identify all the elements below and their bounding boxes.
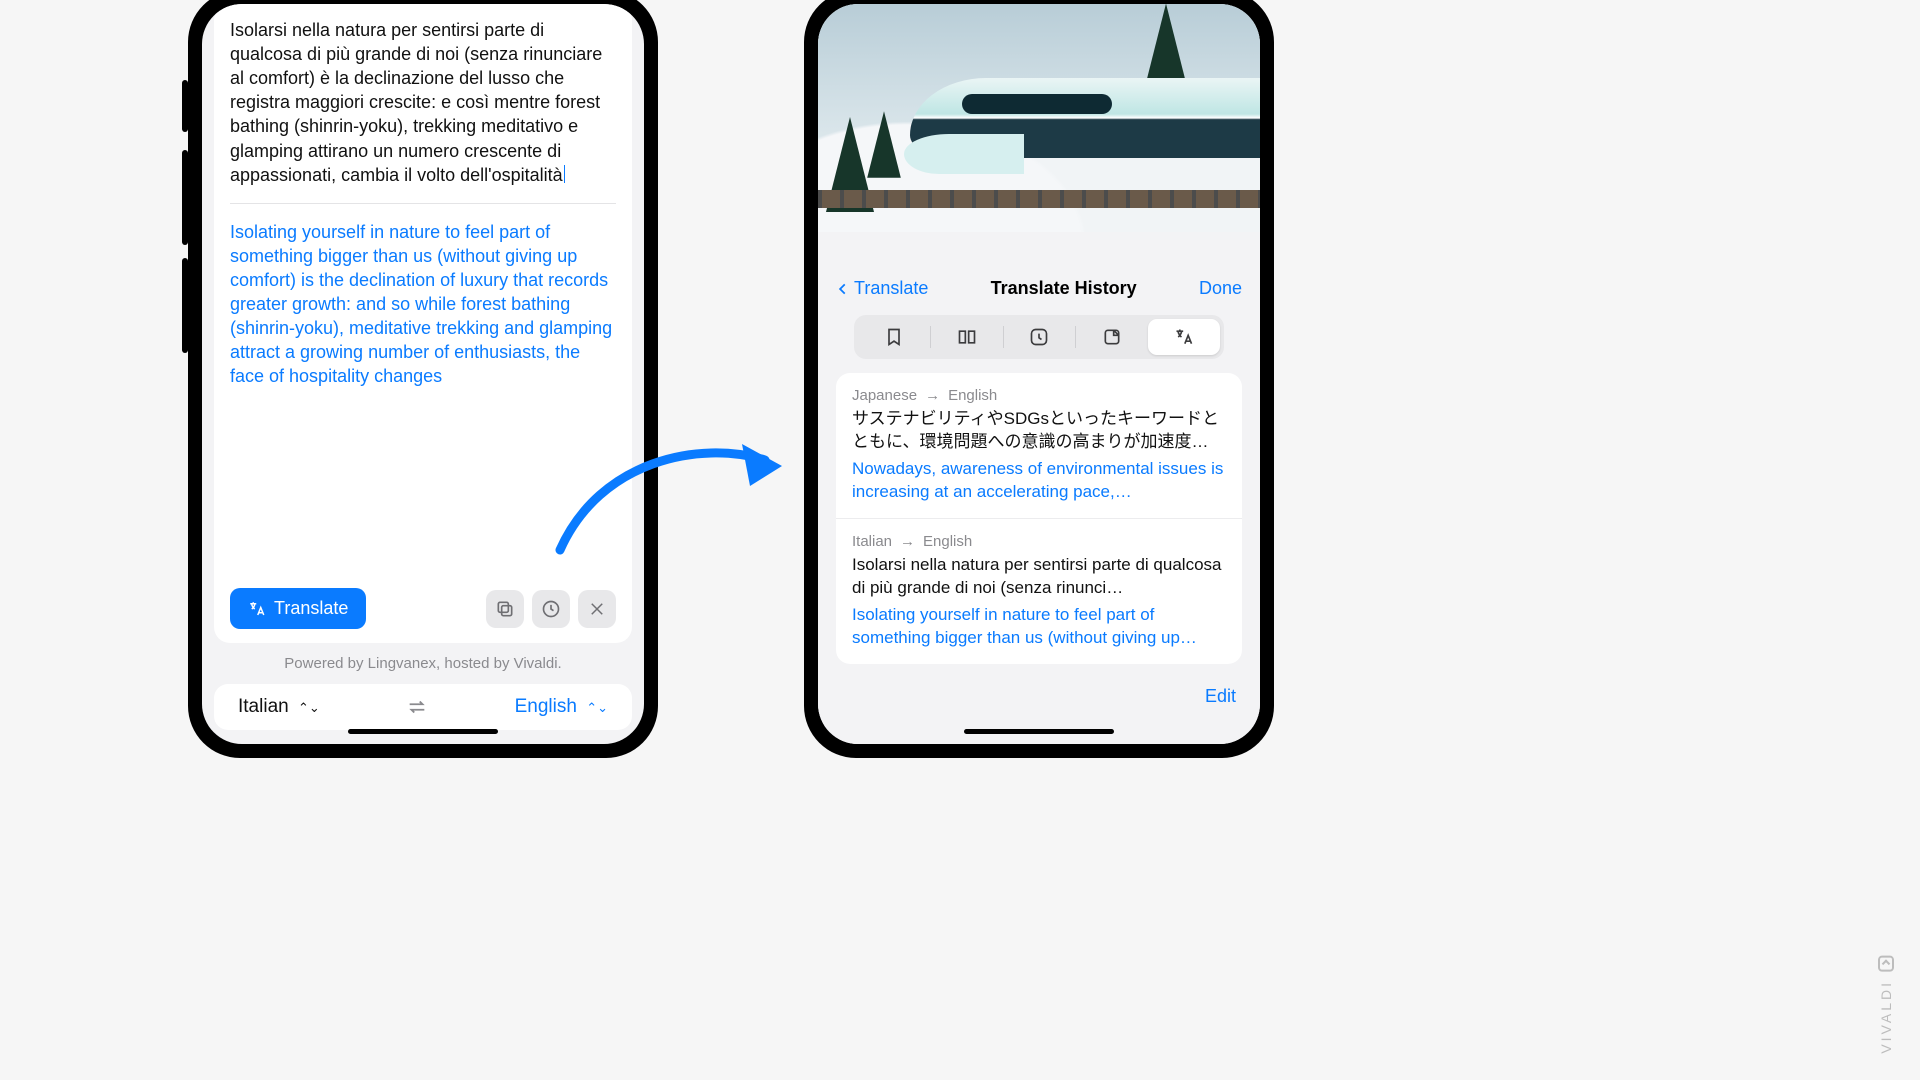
segment-bookmarks[interactable] — [858, 319, 930, 355]
arrow-right-icon: → — [900, 533, 915, 550]
copy-button[interactable] — [486, 590, 524, 628]
chevron-left-icon — [836, 279, 850, 299]
vivaldi-logo-icon — [1878, 956, 1894, 972]
swap-icon — [406, 696, 428, 718]
segmented-control — [854, 315, 1224, 359]
source-text-content: Isolarsi nella natura per sentirsi parte… — [230, 20, 602, 185]
phone-screen-right: Translate Translate History Done — [818, 4, 1260, 744]
history-icon — [541, 599, 561, 619]
powered-by-label: Powered by Lingvanex, hosted by Vivaldi. — [202, 655, 644, 672]
arrow-right-icon: → — [925, 387, 940, 404]
back-button[interactable]: Translate — [836, 278, 928, 299]
source-language-picker[interactable]: Italian ⌃⌄ — [238, 696, 320, 718]
reading-list-icon — [956, 327, 978, 347]
source-text[interactable]: Isolarsi nella natura per sentirsi parte… — [230, 18, 616, 187]
train-illustration — [910, 78, 1260, 188]
history-to: English — [923, 533, 972, 550]
home-indicator — [348, 729, 498, 734]
translate-button[interactable]: Translate — [230, 588, 366, 629]
segment-notes[interactable] — [1076, 319, 1148, 355]
translated-text: Isolating yourself in nature to feel par… — [230, 220, 616, 389]
history-source: サステナビリティやSDGsといったキーワードとともに、環境問題への意識の高まりが… — [852, 408, 1226, 454]
back-label: Translate — [854, 278, 928, 299]
clear-button[interactable] — [578, 590, 616, 628]
home-indicator — [964, 729, 1114, 734]
history-item[interactable]: Italian → English Isolarsi nella natura … — [836, 518, 1242, 664]
edit-button[interactable]: Edit — [836, 682, 1242, 707]
updown-icon: ⌃⌄ — [586, 700, 608, 715]
history-languages: Italian → English — [852, 533, 1226, 550]
history-item[interactable]: Japanese → English サステナビリティやSDGsといったキーワー… — [836, 373, 1242, 518]
history-target: Isolating yourself in nature to feel par… — [852, 604, 1226, 650]
translate-icon — [248, 600, 266, 618]
phone-screen-left: Isolarsi nella natura per sentirsi parte… — [202, 4, 644, 744]
target-language-label: English — [515, 696, 577, 717]
translate-button-label: Translate — [274, 598, 348, 619]
phone-side-button — [182, 258, 188, 353]
card-actions: Translate — [230, 588, 616, 629]
history-target: Nowadays, awareness of environmental iss… — [852, 458, 1226, 504]
segment-readinglist[interactable] — [931, 319, 1003, 355]
history-from: Italian — [852, 533, 892, 550]
history-source: Isolarsi nella natura per sentirsi parte… — [852, 554, 1226, 600]
translate-icon — [1173, 327, 1195, 347]
hero-image — [818, 4, 1260, 232]
done-button[interactable]: Done — [1199, 278, 1242, 299]
copy-icon — [495, 599, 515, 619]
arrow-annotation — [540, 430, 800, 550]
watermark-text: VIVALDI — [1878, 980, 1894, 1054]
history-button[interactable] — [532, 590, 570, 628]
updown-icon: ⌃⌄ — [298, 700, 320, 715]
source-language-label: Italian — [238, 696, 289, 717]
bookmark-icon — [884, 327, 904, 347]
close-icon — [588, 600, 606, 618]
text-caret — [564, 165, 565, 183]
phone-frame-right: Translate Translate History Done — [804, 0, 1274, 758]
target-language-picker[interactable]: English ⌃⌄ — [515, 696, 608, 718]
segment-history[interactable] — [1004, 319, 1076, 355]
vivaldi-watermark: VIVALDI — [1878, 956, 1894, 1054]
history-languages: Japanese → English — [852, 387, 1226, 404]
sheet-header: Translate Translate History Done — [836, 260, 1242, 315]
phone-frame-left: Isolarsi nella natura per sentirsi parte… — [188, 0, 658, 758]
language-bar: Italian ⌃⌄ English ⌃⌄ — [214, 684, 632, 730]
history-list: Japanese → English サステナビリティやSDGsといったキーワー… — [836, 373, 1242, 664]
card-icon-row — [486, 590, 616, 628]
segment-translate[interactable] — [1148, 319, 1220, 355]
swap-languages-button[interactable] — [406, 696, 428, 718]
history-from: Japanese — [852, 387, 917, 404]
history-sheet: Translate Translate History Done — [818, 260, 1260, 744]
note-icon — [1102, 327, 1122, 347]
sheet-title: Translate History — [991, 278, 1137, 299]
clock-icon — [1029, 327, 1049, 347]
card-divider — [230, 203, 616, 204]
history-to: English — [948, 387, 997, 404]
